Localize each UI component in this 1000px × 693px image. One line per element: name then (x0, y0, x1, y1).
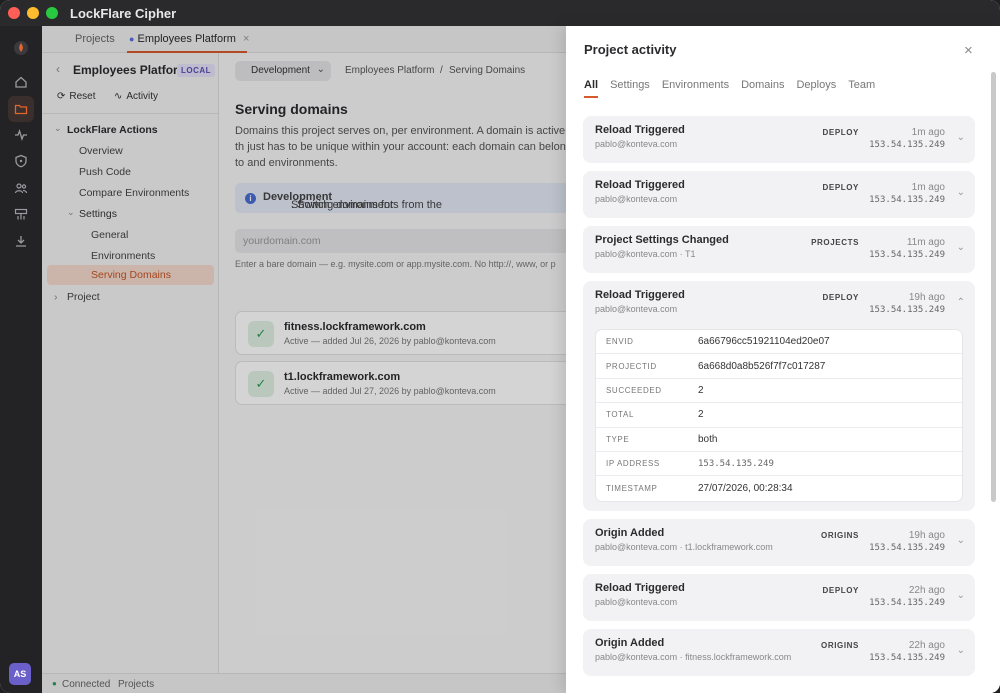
activity-item[interactable]: Origin Added pablo@konteva.com · fitness… (583, 629, 975, 676)
detail-row: TOTAL 2 (596, 403, 962, 428)
filter-tab-settings[interactable]: Settings (610, 79, 650, 98)
event-type-badge: ORIGINS (821, 531, 859, 540)
home-icon[interactable] (8, 69, 34, 95)
filter-tab-team[interactable]: Team (848, 79, 875, 98)
icon-rail: AS (0, 26, 42, 693)
activity-item[interactable]: Reload Triggered pablo@konteva.com DEPLO… (583, 171, 975, 218)
event-title: Origin Added (595, 637, 665, 649)
event-title: Reload Triggered (595, 289, 685, 301)
chevron-up-icon: ⌃ (956, 297, 965, 308)
detail-key: PROJECTID (606, 361, 657, 371)
filter-tab-deploys[interactable]: Deploys (796, 79, 836, 98)
detail-key: ENVID (606, 337, 634, 347)
detail-value: 6a66796cc51921104ed20e07 (698, 336, 830, 348)
event-time: 22h ago (908, 640, 945, 651)
detail-row: PROJECTID 6a668d0a8b526f7f7c017287 (596, 354, 962, 379)
chevron-down-icon: ⌄ (956, 535, 965, 546)
filter-tab-domains[interactable]: Domains (741, 79, 784, 98)
activity-pulse-icon[interactable] (8, 122, 34, 148)
event-time: 1m ago (911, 182, 945, 193)
detail-key: TIMESTAMP (606, 484, 658, 494)
event-type-badge: DEPLOY (822, 128, 859, 137)
event-ip: 153.54.135.249 (869, 543, 945, 553)
close-window-button[interactable] (8, 7, 20, 19)
event-details-table: ENVID 6a66796cc51921104ed20e07 PROJECTID 6… (595, 329, 963, 502)
event-ip: 153.54.135.249 (869, 305, 945, 315)
event-type-badge: DEPLOY (822, 586, 859, 595)
event-title: Origin Added (595, 527, 665, 539)
event-type-badge: ORIGINS (821, 641, 859, 650)
detail-key: TYPE (606, 434, 630, 444)
detail-value: both (698, 433, 718, 445)
filter-tab-all[interactable]: All (584, 79, 599, 98)
event-time: 19h ago (908, 292, 945, 303)
title-bar: LockFlare Cipher (0, 0, 1000, 26)
detail-key: IP ADDRESS (606, 459, 660, 469)
team-icon[interactable] (8, 175, 34, 201)
event-time: 19h ago (908, 530, 945, 541)
event-ip: 153.54.135.249 (869, 598, 945, 608)
activity-item[interactable]: Project Settings Changed pablo@konteva.c… (583, 226, 975, 273)
app-title: LockFlare Cipher (70, 6, 177, 21)
activity-feed: Reload Triggered pablo@konteva.com DEPLO… (583, 116, 975, 684)
detail-key: SUCCEEDED (606, 385, 662, 395)
activity-item[interactable]: Reload Triggered pablo@konteva.com DEPLO… (583, 574, 975, 621)
activity-item-expanded[interactable]: Reload Triggered pablo@konteva.com DEPLO… (583, 281, 975, 511)
sliders-icon[interactable] (8, 201, 34, 227)
chevron-down-icon: ⌄ (956, 132, 965, 143)
logo-icon (8, 35, 34, 61)
event-type-badge: DEPLOY (822, 183, 859, 192)
event-title: Reload Triggered (595, 124, 685, 136)
chevron-down-icon: ⌄ (956, 242, 965, 253)
detail-value: 27/07/2026, 00:28:34 (698, 483, 793, 495)
detail-value: 153.54.135.249 (698, 458, 774, 469)
detail-value: 6a668d0a8b526f7f7c017287 (698, 360, 826, 372)
detail-row: TYPE both (596, 428, 962, 452)
shield-icon[interactable] (8, 148, 34, 174)
event-time: 1m ago (911, 127, 945, 138)
event-ip: 153.54.135.249 (869, 195, 945, 205)
user-avatar[interactable]: AS (9, 663, 31, 685)
detail-value: 2 (698, 384, 704, 396)
activity-item[interactable]: Origin Added pablo@konteva.com · t1.lock… (583, 519, 975, 566)
chevron-down-icon: ⌄ (956, 645, 965, 656)
event-type-badge: PROJECTS (811, 238, 859, 247)
detail-key: TOTAL (606, 410, 635, 420)
event-title: Reload Triggered (595, 179, 685, 191)
detail-row: TIMESTAMP 27/07/2026, 00:28:34 (596, 476, 962, 500)
detail-value: 2 (698, 409, 704, 421)
event-time: 11m ago (906, 237, 945, 248)
download-icon[interactable] (8, 228, 34, 254)
panel-scrollbar[interactable] (991, 72, 996, 502)
zoom-window-button[interactable] (46, 7, 58, 19)
event-ip: 153.54.135.249 (869, 140, 945, 150)
event-title: Reload Triggered (595, 582, 685, 594)
activity-filter-tabs: All Settings Environments Domains Deploy… (584, 79, 875, 98)
app-window: LockFlare Cipher AS Projects ● Employees… (0, 0, 1000, 693)
event-ip: 153.54.135.249 (869, 653, 945, 663)
event-type-badge: DEPLOY (822, 293, 859, 302)
activity-panel: Project activity × All Settings Environm… (566, 26, 1000, 693)
detail-row: ENVID 6a66796cc51921104ed20e07 (596, 330, 962, 355)
chevron-down-icon: ⌄ (956, 187, 965, 198)
folder-icon[interactable] (8, 96, 34, 122)
minimize-window-button[interactable] (27, 7, 39, 19)
event-time: 22h ago (908, 585, 945, 596)
event-ip: 153.54.135.249 (869, 250, 945, 260)
close-icon[interactable]: × (964, 42, 973, 59)
filter-tab-environments[interactable]: Environments (662, 79, 729, 98)
detail-row: IP ADDRESS 153.54.135.249 (596, 452, 962, 477)
panel-title: Project activity (584, 42, 677, 57)
chevron-down-icon: ⌄ (956, 590, 965, 601)
detail-row: SUCCEEDED 2 (596, 379, 962, 404)
activity-item[interactable]: Reload Triggered pablo@konteva.com DEPLO… (583, 116, 975, 163)
